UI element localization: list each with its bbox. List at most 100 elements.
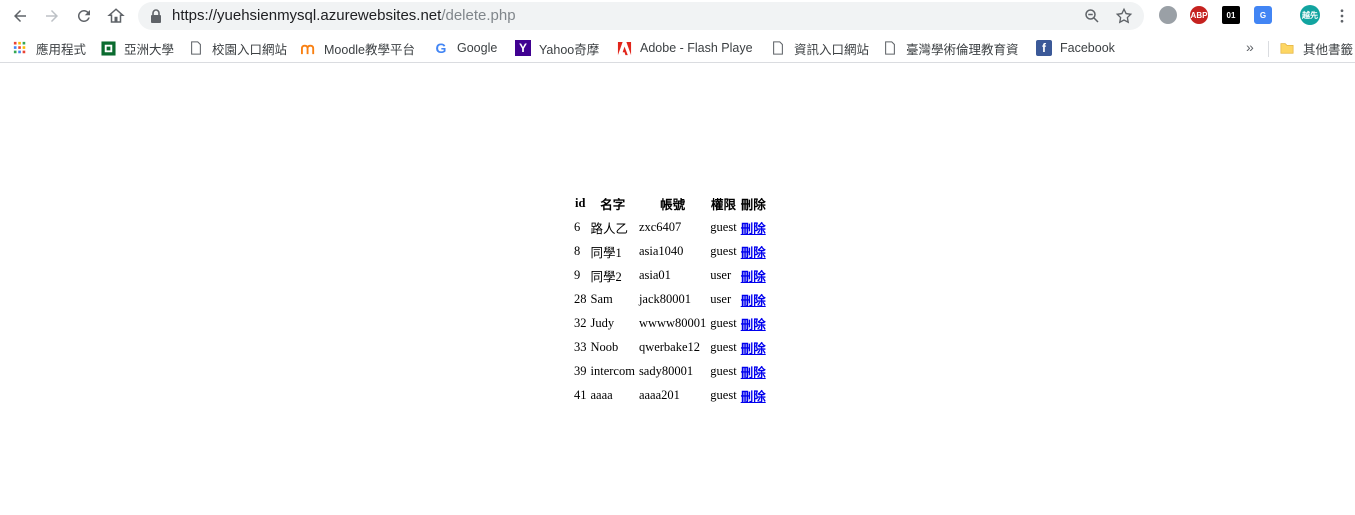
bookmark-yahoo[interactable]: Y Yahoo奇摩 (515, 39, 599, 57)
menu-button[interactable] (1330, 4, 1354, 28)
cell-id: 28 (574, 291, 587, 306)
cell-delete: 刪除 (740, 336, 767, 358)
cell-name: 同學2 (590, 269, 622, 284)
page-icon (882, 40, 898, 56)
cell-account: jack80001 (638, 291, 692, 306)
cell-role: guest (710, 363, 737, 378)
lock-icon (151, 9, 161, 23)
cell-name: 同學1 (590, 245, 622, 260)
star-icon[interactable] (1115, 7, 1133, 25)
cell-id: 9 (574, 267, 581, 282)
url-host: https://yuehsienmysql.azurewebsites.net (172, 7, 442, 24)
arrow-left-icon (14, 10, 26, 22)
apps-grid-icon (12, 40, 28, 56)
cell-delete: 刪除 (740, 240, 767, 262)
cell-name: intercom (590, 363, 635, 378)
bookmark-adobe-flash[interactable]: Adobe - Flash Playe (616, 39, 754, 57)
bookmark-other-folder[interactable]: 其他書籤 (1279, 39, 1353, 57)
adblock-plus-icon[interactable]: ABP (1190, 6, 1208, 24)
arrow-right-icon (46, 10, 58, 22)
delete-link[interactable]: 刪除 (741, 294, 766, 308)
delete-link[interactable]: 刪除 (741, 222, 766, 236)
cell-delete: 刪除 (740, 384, 767, 406)
delete-link[interactable]: 刪除 (741, 318, 766, 332)
cell-role: guest (710, 219, 737, 234)
zoom-icon[interactable] (1083, 7, 1101, 25)
table-row: 28 Sam jack80001 user 刪除 (573, 288, 767, 310)
cell-delete: 刪除 (740, 288, 767, 310)
cell-account: asia01 (638, 267, 671, 282)
bookmarks-overflow-button[interactable]: » (1246, 39, 1254, 55)
delete-link[interactable]: 刪除 (741, 366, 766, 380)
extension-globe-icon[interactable] (1159, 6, 1177, 24)
table-row: 6 路人乙 zxc6407 guest 刪除 (573, 216, 767, 238)
cell-role: guest (710, 339, 737, 354)
cell-delete: 刪除 (740, 312, 767, 334)
bookmark-asia-university[interactable]: 亞洲大學 (100, 39, 174, 57)
cell-account: asia1040 (638, 243, 684, 258)
address-bar[interactable]: https://yuehsienmysql.azurewebsites.net/… (138, 2, 1144, 30)
bookmark-campus-portal[interactable]: 校園入口網站 (188, 39, 287, 57)
google-translate-icon[interactable]: G (1254, 6, 1272, 24)
reload-icon (77, 9, 90, 22)
column-header-id: id (575, 196, 586, 210)
reload-button[interactable] (72, 4, 96, 28)
cell-id: 6 (574, 219, 581, 234)
cell-role: user (710, 291, 732, 306)
extension-01-icon[interactable]: 01 (1222, 6, 1240, 24)
cell-account: qwerbake12 (638, 339, 701, 354)
bookmark-label: Adobe - Flash Playe (640, 41, 753, 55)
bookmark-label: 校園入口網站 (212, 42, 288, 57)
cell-id: 33 (574, 339, 587, 354)
bookmark-info-portal[interactable]: 資訊入口網站 (770, 39, 869, 57)
column-header-name: 名字 (600, 198, 626, 212)
delete-link[interactable]: 刪除 (741, 270, 766, 284)
cell-name: 路人乙 (590, 221, 629, 236)
cell-account: aaaa201 (638, 387, 680, 402)
cell-id: 8 (574, 243, 581, 258)
home-button[interactable] (104, 4, 128, 28)
cell-role: user (710, 267, 732, 282)
home-icon (107, 8, 125, 23)
profile-label: 越先 (1302, 10, 1318, 20)
delete-link[interactable]: 刪除 (741, 246, 766, 260)
bookmark-apps[interactable]: 應用程式 (12, 39, 86, 57)
column-header-account: 帳號 (660, 198, 686, 212)
bookmarks-divider (1268, 41, 1269, 57)
bookmark-moodle[interactable]: Moodle教學平台 (300, 39, 415, 57)
cell-account: zxc6407 (638, 219, 682, 234)
bookmark-google[interactable]: G Google (433, 39, 498, 57)
cell-name: Sam (590, 291, 613, 306)
yahoo-icon: Y (515, 40, 531, 56)
folder-icon (1279, 40, 1295, 56)
url-text: https://yuehsienmysql.azurewebsites.net/… (172, 7, 516, 24)
delete-link[interactable]: 刪除 (741, 342, 766, 356)
asia-university-icon (100, 40, 116, 56)
table-row: 41 aaaa aaaa201 guest 刪除 (573, 384, 767, 406)
cell-role: guest (710, 315, 737, 330)
table-header-row: id 名字 帳號 權限 刪除 (573, 193, 767, 214)
users-table: id 名字 帳號 權限 刪除 6 路人乙 zxc6407 guest 刪除 8 … (571, 191, 769, 408)
page-icon (188, 40, 204, 56)
bookmark-label: 臺灣學術倫理教育資 (906, 42, 1019, 57)
cell-account: wwww80001 (638, 315, 707, 330)
bookmark-academic-ethics[interactable]: 臺灣學術倫理教育資 (882, 39, 1020, 57)
delete-link[interactable]: 刪除 (741, 390, 766, 404)
bookmark-facebook[interactable]: f Facebook (1036, 39, 1115, 57)
cell-id: 32 (574, 315, 587, 330)
cell-role: guest (710, 387, 737, 402)
forward-button[interactable] (40, 4, 64, 28)
back-button[interactable] (8, 4, 32, 28)
bookmark-label: Facebook (1060, 41, 1115, 55)
cell-delete: 刪除 (740, 216, 767, 238)
column-header-role: 權限 (710, 198, 736, 212)
column-header-delete: 刪除 (740, 198, 766, 212)
cell-delete: 刪除 (740, 360, 767, 382)
adobe-icon (616, 40, 632, 56)
bookmarks-bar: 應用程式 亞洲大學 校園入口網站 Moodle教學平台 G Google Y Y… (0, 33, 1355, 63)
bookmark-label: Yahoo奇摩 (539, 42, 600, 57)
bookmark-label: Google (457, 41, 498, 55)
cell-delete: 刪除 (740, 264, 767, 286)
bookmark-label: 資訊入口網站 (794, 42, 870, 57)
profile-avatar[interactable]: 越先 (1300, 5, 1320, 25)
